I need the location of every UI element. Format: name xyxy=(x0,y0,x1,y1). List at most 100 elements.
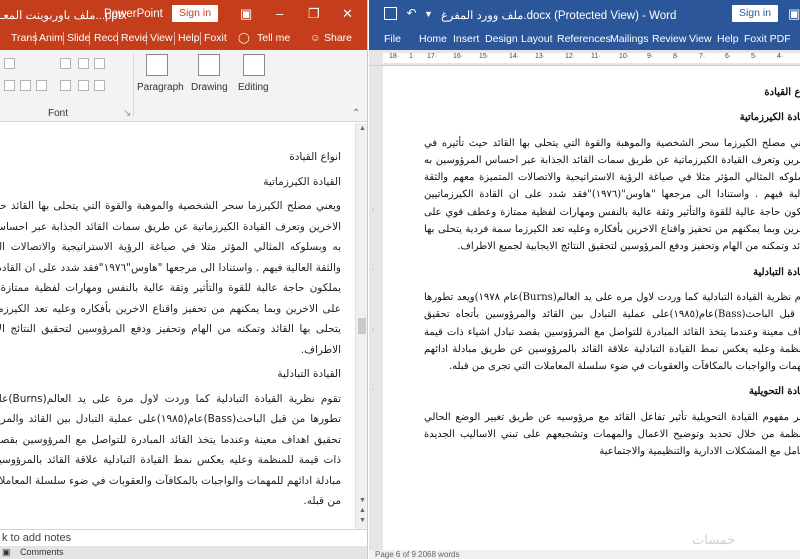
word-title-bar: ↶ ▼ ملف وورد المفرغ.docx (Protected View… xyxy=(369,0,800,28)
horizontal-ruler[interactable]: 18· 1· 17· 16· 15· 14· 13· 12· 11· 10· 9… xyxy=(369,50,800,66)
tab-separator xyxy=(117,32,118,45)
tab-separator xyxy=(200,32,201,45)
underline-button[interactable] xyxy=(36,80,47,91)
tab-view[interactable]: View xyxy=(689,33,712,45)
tab-separator xyxy=(174,32,175,45)
ppt-sign-in-button[interactable]: Sign in xyxy=(172,5,218,22)
ppt-ribbon: Font ↘ Paragraph Drawing Editing ⌃ xyxy=(0,50,367,122)
word-ribbon-tabs: File Home Insert Design Layout Reference… xyxy=(369,28,800,50)
ruler-tick: 7· xyxy=(699,53,706,60)
ribbon-display-icon[interactable]: ▣ xyxy=(240,5,252,22)
collapse-ribbon-icon[interactable]: ⌃ xyxy=(352,108,360,119)
notes-placeholder: k to add notes xyxy=(2,532,72,544)
word-sign-in-button[interactable]: Sign in xyxy=(732,5,778,22)
tab-review[interactable]: Revie xyxy=(121,32,148,44)
tab-animations[interactable]: Anim xyxy=(39,32,63,44)
font-group-label: Font xyxy=(48,108,69,119)
ruler-tick: · xyxy=(372,326,375,333)
vertical-ruler[interactable]: · · · · xyxy=(369,66,383,550)
ppt-vertical-scrollbar[interactable]: ▲ ▼ ▲ ▼ xyxy=(355,123,367,529)
slide-paragraph-2: تقوم نظرية القيادة التبادلية كما وردت لا… xyxy=(0,392,342,508)
shrink-font-button[interactable] xyxy=(94,58,105,69)
tab-home[interactable]: Home xyxy=(419,33,447,45)
ruler-tick: 10· xyxy=(619,53,630,60)
tab-mailings[interactable]: Mailings xyxy=(610,33,649,45)
drawing-button[interactable]: Drawing xyxy=(191,82,228,93)
customize-toolbar-icon[interactable]: ▼ xyxy=(423,7,436,20)
tab-design[interactable]: Design xyxy=(485,33,518,45)
font-color-button[interactable] xyxy=(60,80,71,91)
drawing-icon[interactable] xyxy=(198,54,220,76)
ruler-tick: 11· xyxy=(591,53,601,60)
save-icon[interactable] xyxy=(384,7,397,20)
ruler-tick: 4· xyxy=(777,53,784,60)
tab-slide-show[interactable]: Slide xyxy=(67,32,90,44)
powerpoint-window: ملف باوربوينت المعـ...pptx PowerPoint Si… xyxy=(0,0,368,559)
ruler-tick: 12· xyxy=(565,53,576,60)
minimize-icon[interactable]: – xyxy=(276,5,283,22)
tab-record[interactable]: Reco xyxy=(94,32,119,44)
bold-button[interactable] xyxy=(4,80,15,91)
ppt-ribbon-tabs: Trans Anim Slide Reco Revie View Help Fo… xyxy=(0,28,367,50)
close-icon[interactable]: ✕ xyxy=(342,5,353,22)
tab-insert[interactable]: Insert xyxy=(453,33,479,45)
italic-button[interactable] xyxy=(20,80,31,91)
tab-help[interactable]: Help xyxy=(178,32,200,44)
tab-review[interactable]: Review xyxy=(652,33,686,45)
ruler-tick: 18· xyxy=(389,53,400,60)
tab-file[interactable]: File xyxy=(384,33,401,45)
ruler-tick: 9· xyxy=(647,53,654,60)
scroll-down-icon[interactable]: ▼ xyxy=(359,497,366,504)
grow-font-button[interactable] xyxy=(78,58,89,69)
slide-heading-1: انواع القيادة xyxy=(289,151,341,163)
scroll-thumb[interactable] xyxy=(358,318,366,334)
ruler-tick: 15· xyxy=(479,53,490,60)
tab-separator xyxy=(35,32,36,45)
font-size-box[interactable] xyxy=(60,58,71,69)
doc-paragraph-1: ويعني مصلح الكيرزما سحر الشخصية والموهبة… xyxy=(424,137,800,253)
document-page[interactable]: انواع القيادة القيادة الكيرزماتية ويعني … xyxy=(383,66,800,550)
document-body[interactable]: انواع القيادة القيادة الكيرزماتية ويعني … xyxy=(424,78,800,469)
ribbon-display-icon[interactable]: ▣ xyxy=(788,5,800,22)
tab-foxit-pdf[interactable]: Foxit PDF xyxy=(744,33,791,45)
ribbon-divider xyxy=(133,54,134,116)
restore-icon[interactable]: ❐ xyxy=(308,5,320,22)
highlight-button[interactable] xyxy=(78,80,89,91)
tab-transitions[interactable]: Trans xyxy=(11,32,37,44)
slide-canvas[interactable]: انواع القيادة القيادة الكيرزماتية ويعني … xyxy=(0,123,355,529)
notes-pane[interactable]: k to add notes xyxy=(0,529,367,546)
tab-separator xyxy=(89,32,90,45)
comments-icon[interactable]: ▣ xyxy=(2,547,11,558)
word-window: ↶ ▼ ملف وورد المفرغ.docx (Protected View… xyxy=(369,0,800,559)
undo-icon[interactable]: ↶ xyxy=(405,7,418,20)
next-slide-icon[interactable]: ▼ xyxy=(359,517,366,524)
share-button[interactable]: Share xyxy=(324,32,352,44)
ruler-tick: 17· xyxy=(427,53,438,60)
clear-format-button[interactable] xyxy=(94,80,105,91)
font-name-box[interactable] xyxy=(4,58,15,69)
doc-heading-1: انواع القيادة xyxy=(764,87,800,98)
scroll-up-icon[interactable]: ▲ xyxy=(359,125,366,132)
editing-icon[interactable] xyxy=(243,54,265,76)
ruler-tick: 5· xyxy=(751,53,758,60)
tab-layout[interactable]: Layout xyxy=(521,33,553,45)
slide-text-box[interactable]: انواع القيادة القيادة الكيرزماتية ويعني … xyxy=(0,143,341,512)
ruler-tick: 8· xyxy=(673,53,680,60)
tab-foxit[interactable]: Foxit xyxy=(204,32,227,44)
word-file-title: ملف وورد المفرغ.docx (Protected View) - … xyxy=(441,10,677,22)
person-icon: ☺ xyxy=(310,32,321,44)
ppt-title-bar: ملف باوربوينت المعـ...pptx PowerPoint Si… xyxy=(0,0,367,28)
tab-view[interactable]: View xyxy=(150,32,173,44)
prev-slide-icon[interactable]: ▲ xyxy=(359,507,366,514)
tell-me-box[interactable]: Tell me xyxy=(257,32,290,44)
doc-paragraph-2: تقوم نظرية القيادة التبادلية كما وردت لا… xyxy=(424,291,800,373)
page-word-count[interactable]: Page 6 of 9 2068 words xyxy=(375,550,460,559)
doc-heading-2: القيادة الكيرزماتية xyxy=(739,112,800,124)
font-dialog-launcher-icon[interactable]: ↘ xyxy=(123,108,131,119)
tab-help[interactable]: Help xyxy=(717,33,739,45)
paragraph-button[interactable]: Paragraph xyxy=(137,82,184,93)
tab-references[interactable]: References xyxy=(557,33,611,45)
paragraph-icon[interactable] xyxy=(146,54,168,76)
comments-button[interactable]: Comments xyxy=(20,547,64,557)
editing-button[interactable]: Editing xyxy=(238,82,269,93)
